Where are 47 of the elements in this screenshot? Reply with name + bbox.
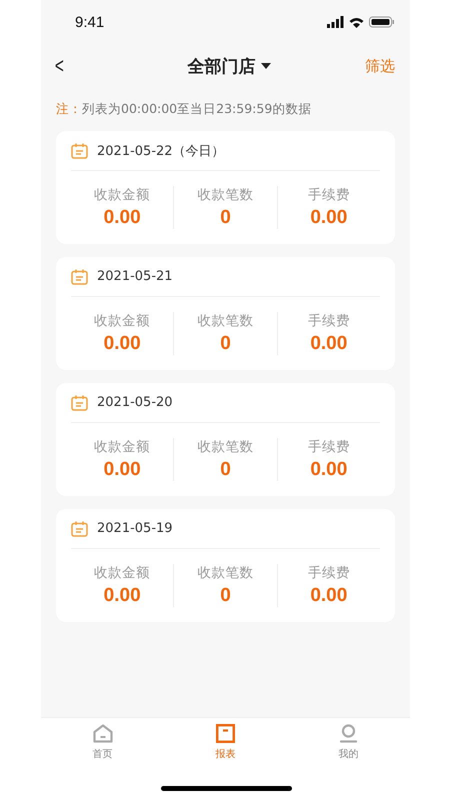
stat-label: 收款笔数	[197, 564, 254, 582]
filter-button[interactable]: 筛选	[364, 56, 395, 76]
report-icon	[216, 724, 235, 743]
home-icon	[92, 724, 112, 743]
stat-value: 0.00	[104, 585, 141, 607]
stat-value: 0	[220, 207, 231, 229]
tab-item[interactable]: 报表	[164, 724, 287, 772]
signal-icon	[327, 16, 344, 28]
store-selector[interactable]: 全部门店	[187, 54, 256, 78]
wifi-icon	[349, 16, 364, 28]
stat-value: 0.00	[310, 207, 348, 229]
stat-label: 手续费	[308, 564, 350, 582]
stat-label: 收款笔数	[197, 438, 254, 456]
tab-item[interactable]: 首页	[41, 724, 164, 772]
stat-value: 0.00	[104, 333, 141, 355]
stat-value: 0.00	[310, 459, 348, 481]
note-text: 注：列表为00:00:00至当日23:59:59的数据	[56, 101, 312, 116]
tab-item[interactable]: 我的	[287, 724, 410, 772]
stat-label: 收款笔数	[197, 186, 254, 204]
date-text: 2021-05-21	[97, 269, 173, 284]
calendar-icon	[71, 268, 88, 284]
stat-label: 收款金额	[94, 438, 150, 456]
stat-label: 收款金额	[94, 312, 150, 330]
date-text: 2021-05-19	[97, 521, 173, 536]
stat-label: 收款金额	[94, 564, 150, 582]
stat-value: 0.00	[104, 207, 141, 229]
stat-label: 手续费	[308, 438, 350, 456]
calendar-icon	[71, 520, 88, 536]
dropdown-icon[interactable]	[261, 63, 272, 69]
stat-value: 0.00	[310, 333, 348, 355]
calendar-icon	[71, 142, 88, 158]
profile-icon	[339, 724, 358, 743]
stat-label: 收款金额	[94, 186, 150, 204]
date-text: 2021-05-22（今日）	[97, 142, 225, 160]
stat-value: 0	[220, 585, 231, 607]
status-time: 9:41	[75, 14, 104, 30]
stat-value: 0.00	[104, 459, 141, 481]
date-text: 2021-05-20	[97, 395, 173, 410]
calendar-icon	[71, 394, 88, 410]
stat-value: 0	[220, 459, 231, 481]
stat-label: 手续费	[308, 186, 350, 204]
back-button[interactable]: <	[54, 53, 64, 79]
battery-icon	[369, 16, 394, 28]
stat-value: 0	[220, 333, 231, 355]
stat-value: 0.00	[310, 585, 348, 607]
stat-label: 收款笔数	[197, 312, 254, 330]
stat-label: 手续费	[308, 312, 350, 330]
